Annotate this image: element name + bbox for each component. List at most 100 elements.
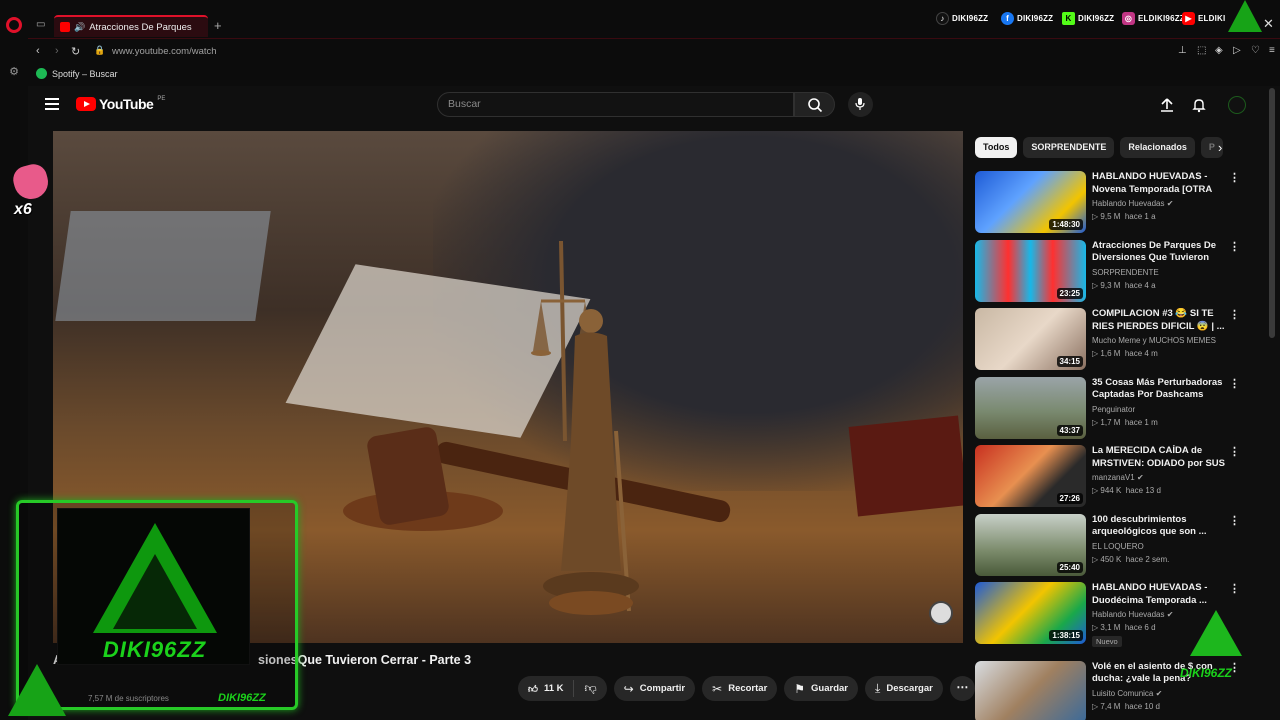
upload-icon[interactable] bbox=[1159, 97, 1175, 113]
download-icon: ⤓ bbox=[875, 681, 881, 695]
search-input[interactable]: Buscar bbox=[437, 92, 794, 117]
download-label: Descargar bbox=[886, 683, 933, 694]
reco-age: hace 4 a bbox=[1124, 280, 1156, 290]
reco-title[interactable]: COMPILACION #3 😂 SI TE RIES PIERDES DIFI… bbox=[1092, 308, 1232, 333]
reco-menu-icon[interactable]: ⋮ bbox=[1229, 377, 1240, 390]
reco-thumbnail[interactable]: 27:26 bbox=[975, 445, 1086, 507]
notifications-bell-icon[interactable] bbox=[1191, 97, 1207, 113]
tab-islands-icon[interactable]: ▭ bbox=[36, 19, 45, 30]
reco-meta: ▷ 1,6 M hace 4 m bbox=[1092, 349, 1158, 358]
reco-card[interactable]: 25:40 100 descubrimientos arqueológicos … bbox=[975, 513, 1255, 583]
reco-title[interactable]: 100 descubrimientos arqueológicos que so… bbox=[1092, 514, 1232, 539]
account-avatar[interactable] bbox=[1228, 96, 1246, 114]
reco-thumbnail[interactable]: 25:40 bbox=[975, 513, 1086, 576]
snapshot-icon[interactable]: ⬚ bbox=[1197, 45, 1206, 56]
download-button[interactable]: ⤓ Descargar bbox=[865, 676, 943, 701]
reco-thumbnail[interactable]: 23:25 bbox=[975, 239, 1086, 302]
reco-thumbnail[interactable]: 34:15 bbox=[975, 308, 1086, 370]
reco-channel-name: Mucho Meme y MUCHOS MEMES bbox=[1092, 336, 1217, 345]
triangle-logo-icon bbox=[1190, 610, 1242, 656]
forward-icon[interactable]: › bbox=[55, 45, 59, 57]
reco-menu-icon[interactable]: ⋮ bbox=[1229, 240, 1240, 253]
voice-search-button[interactable] bbox=[848, 92, 873, 117]
verified-icon: ✔ bbox=[1166, 199, 1174, 208]
reco-title[interactable]: HABLANDO HUEVADAS - Novena Temporada [OT… bbox=[1092, 171, 1232, 196]
audio-playing-icon[interactable]: 🔊 bbox=[74, 22, 85, 33]
reco-channel[interactable]: SORPRENDENTE bbox=[1092, 268, 1159, 277]
dark-triangle-inner-icon bbox=[113, 554, 197, 629]
reco-card[interactable]: 23:25 Atracciones De Parques De Diversio… bbox=[975, 239, 1255, 309]
shield-icon[interactable]: ◈ bbox=[1215, 45, 1223, 56]
bottom-left-logo-icon bbox=[4, 664, 70, 720]
reco-channel-name: SORPRENDENTE bbox=[1092, 267, 1159, 277]
reco-channel[interactable]: Mucho Meme y MUCHOS MEMES bbox=[1092, 336, 1216, 345]
social-instagram-name: ELDIKI96ZZ bbox=[1138, 14, 1185, 23]
guide-menu-icon[interactable] bbox=[45, 98, 59, 110]
like-button[interactable]: 👍︎ 11 K bbox=[518, 680, 575, 697]
clip-button[interactable]: ✂ Recortar bbox=[702, 676, 778, 701]
reco-card[interactable]: 34:15 COMPILACION #3 😂 SI TE RIES PIERDE… bbox=[975, 308, 1255, 377]
opera-logo-icon[interactable] bbox=[6, 17, 22, 33]
save-button[interactable]: ⚑ Guardar bbox=[784, 676, 859, 701]
reco-menu-icon[interactable]: ⋮ bbox=[1229, 308, 1240, 321]
reco-age: hace 1 a bbox=[1124, 212, 1156, 221]
chip-all[interactable]: Todos bbox=[975, 137, 1018, 158]
verified-icon: ✔ bbox=[1166, 610, 1174, 619]
dislike-button[interactable]: 👎︎ bbox=[574, 681, 606, 696]
reco-duration: 23:25 bbox=[1056, 287, 1083, 299]
youtube-logo[interactable]: YouTube PE bbox=[76, 96, 165, 112]
heart-icon[interactable]: ♡ bbox=[1251, 45, 1260, 56]
new-tab-icon[interactable]: + bbox=[214, 18, 222, 33]
reco-thumbnail[interactable]: 1:48:30 bbox=[975, 171, 1086, 233]
tab-active[interactable]: 🔊 Atracciones De Parques bbox=[54, 15, 208, 37]
reco-duration: 27:26 bbox=[1056, 493, 1083, 504]
chip-sorprendente[interactable]: SORPRENDENTE bbox=[1023, 137, 1115, 158]
bookmark-spotify[interactable]: Spotify – Buscar bbox=[36, 68, 118, 79]
share-button[interactable]: ↪ Compartir bbox=[613, 676, 696, 701]
reco-menu-icon[interactable]: ⋮ bbox=[1229, 582, 1240, 595]
reco-title[interactable]: HABLANDO HUEVADAS - Duodécima Temporada … bbox=[1092, 582, 1232, 607]
chevron-right-icon[interactable]: › bbox=[1218, 140, 1222, 155]
reco-age: hace 6 d bbox=[1124, 623, 1156, 632]
search-button[interactable] bbox=[794, 92, 835, 117]
pin-icon[interactable]: ⊥ bbox=[1178, 45, 1187, 56]
reco-card[interactable]: 43:37 35 Cosas Más Perturbadoras Captada… bbox=[975, 376, 1255, 446]
multiplier-label: x6 bbox=[14, 201, 32, 218]
send-icon[interactable]: ▷ bbox=[1233, 45, 1241, 56]
reload-icon[interactable]: ↻ bbox=[71, 45, 80, 58]
chip-related[interactable]: Relacionados bbox=[1120, 137, 1195, 158]
triangle-logo-icon bbox=[1228, 0, 1262, 32]
page-scrollbar[interactable] bbox=[1269, 88, 1275, 338]
reco-views: 9,3 M bbox=[1100, 280, 1121, 290]
reco-title[interactable]: Atracciones De Parques De Diversiones Qu… bbox=[1092, 240, 1232, 265]
reco-thumbnail[interactable] bbox=[975, 660, 1086, 720]
hands-sticker: x6 bbox=[8, 161, 52, 223]
play-small-icon: ▷ bbox=[1092, 486, 1099, 495]
reco-channel[interactable]: Luisito Comunica ✔ bbox=[1092, 689, 1162, 698]
reco-menu-icon[interactable]: ⋮ bbox=[1229, 171, 1240, 184]
reco-card[interactable]: 1:48:30 HABLANDO HUEVADAS - Novena Tempo… bbox=[975, 171, 1255, 240]
reco-title[interactable]: 35 Cosas Más Perturbadoras Captadas Por … bbox=[1092, 377, 1232, 402]
more-actions-button[interactable]: ⋯ bbox=[949, 676, 975, 701]
reco-channel[interactable]: Hablando Huevadas ✔ bbox=[1092, 610, 1173, 619]
reco-channel[interactable]: Hablando Huevadas ✔ bbox=[1092, 199, 1173, 208]
reco-views: 9,5 M bbox=[1100, 212, 1121, 221]
reco-thumbnail[interactable]: 43:37 bbox=[975, 376, 1086, 439]
menu-icon[interactable]: ≡ bbox=[1269, 45, 1275, 56]
reco-thumbnail[interactable]: 1:38:15 bbox=[975, 582, 1086, 644]
thumbs-down-icon: 👎︎ bbox=[584, 681, 597, 695]
reco-card[interactable]: 27:26 La MERECIDA CAÍDA de MRSTIVEN: ODI… bbox=[975, 445, 1255, 514]
reco-menu-icon[interactable]: ⋮ bbox=[1229, 445, 1240, 458]
lock-icon: 🔒 bbox=[94, 45, 106, 55]
reco-channel[interactable]: manzanaV1 ✔ bbox=[1092, 473, 1144, 482]
back-icon[interactable]: ‹ bbox=[36, 45, 40, 57]
reco-channel[interactable]: EL LOQUERO bbox=[1092, 542, 1144, 551]
url-field[interactable]: www.youtube.com/watch bbox=[112, 46, 217, 57]
extensions-icon[interactable]: ⚙ bbox=[8, 66, 20, 78]
social-youtube: ▶ ELDIKI bbox=[1182, 12, 1225, 25]
reco-menu-icon[interactable]: ⋮ bbox=[1229, 514, 1240, 527]
reco-title[interactable]: La MERECIDA CAÍDA de MRSTIVEN: ODIADO po… bbox=[1092, 445, 1232, 470]
spotify-icon bbox=[36, 68, 47, 79]
social-tiktok: ♪ DIKI96ZZ bbox=[936, 12, 988, 25]
reco-channel[interactable]: Penguinator bbox=[1092, 405, 1135, 414]
